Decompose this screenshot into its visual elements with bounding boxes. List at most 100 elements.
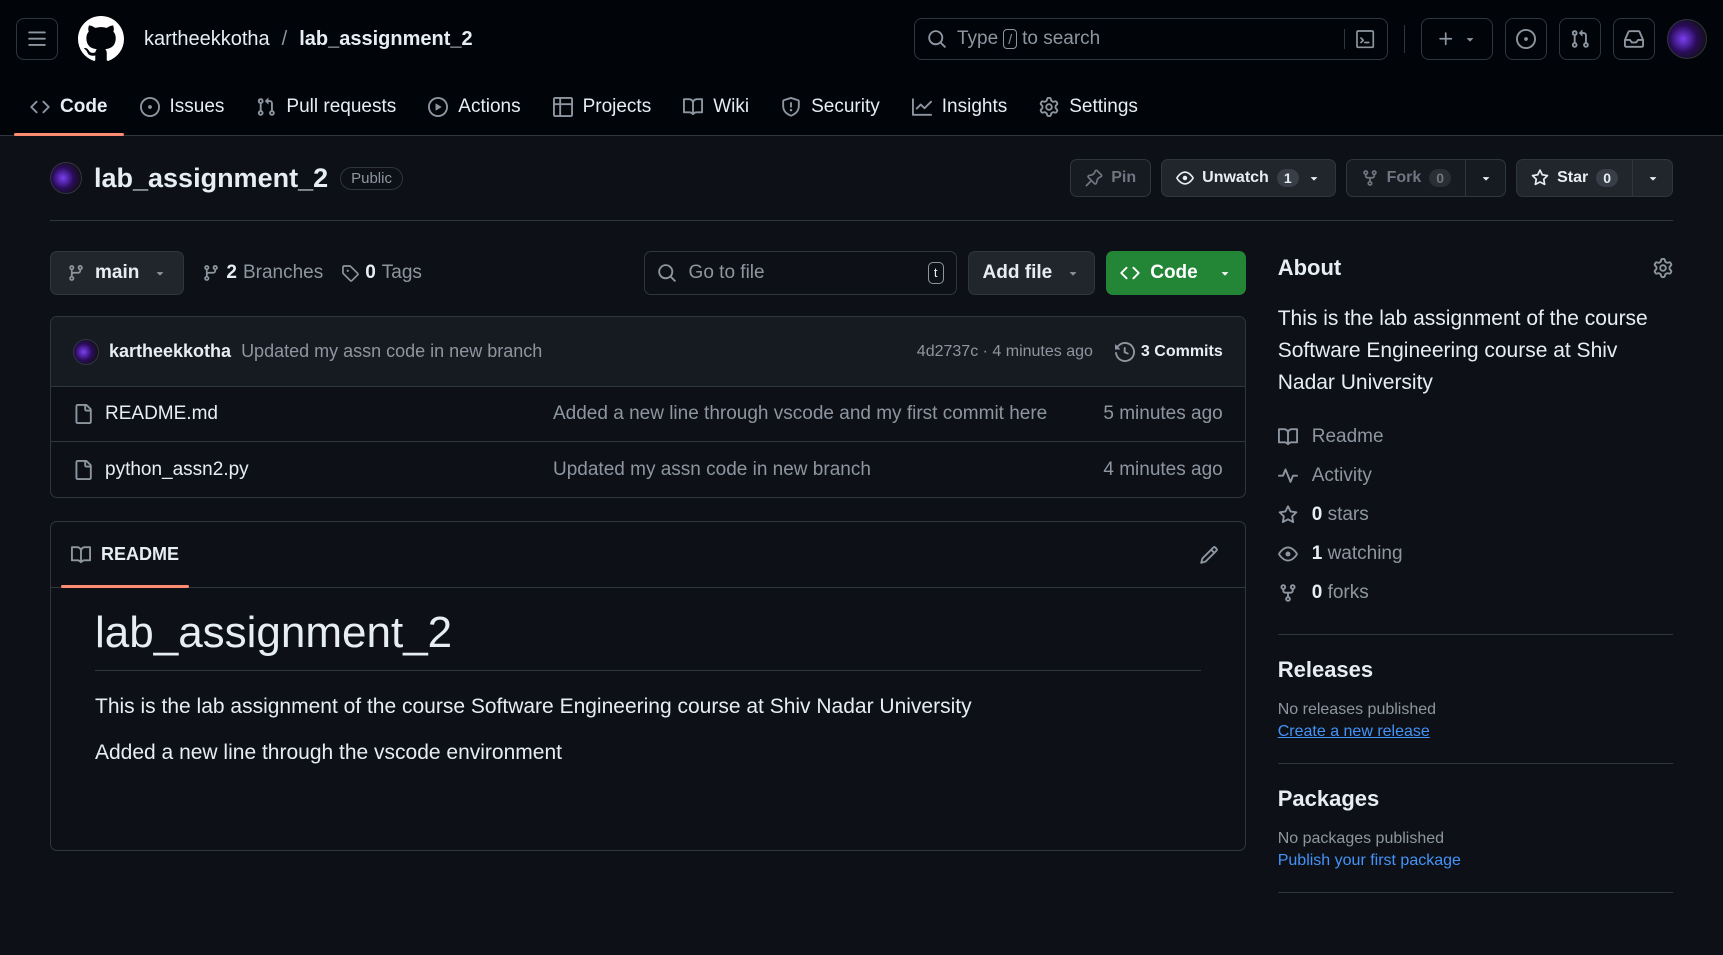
repo-main: main 2 Branches 0 Tags Go to file t Add … [0, 221, 1723, 915]
add-file-button[interactable]: Add file [967, 251, 1096, 295]
readme-link[interactable]: Readme [1277, 417, 1673, 456]
star-label: Star [1557, 169, 1589, 186]
owner-avatar[interactable] [50, 162, 82, 194]
caret-down-icon [1070, 272, 1077, 276]
stars-link[interactable]: 0 stars [1278, 495, 1673, 534]
readme-tab[interactable]: README [61, 522, 190, 588]
commits-link[interactable]: 3 Commits [1114, 341, 1223, 362]
releases-section: Releases No releases published Create a … [1278, 657, 1673, 741]
tab-insights[interactable]: Insights [896, 78, 1023, 135]
tab-label: Insights [941, 95, 1008, 117]
tags-link[interactable]: 0 Tags [341, 262, 422, 284]
commit-author-avatar[interactable] [73, 338, 99, 365]
pin-button[interactable]: Pin [1070, 159, 1152, 197]
repo-title[interactable]: lab_assignment_2 [94, 163, 328, 194]
branch-name: main [95, 262, 140, 283]
watching-count: 1 [1311, 542, 1323, 564]
forks-label: forks [1327, 581, 1369, 603]
menu-button[interactable] [16, 18, 58, 60]
file-commit-message[interactable]: Updated my assn code in new branch [553, 459, 871, 481]
search-input[interactable]: Type / to search [914, 18, 1388, 60]
packages-title[interactable]: Packages [1278, 786, 1673, 812]
file-icon [75, 459, 92, 480]
file-name[interactable]: README.md [105, 403, 553, 425]
gear-icon [1039, 96, 1059, 117]
commit-author[interactable]: kartheekkotha [109, 341, 231, 362]
issues-button[interactable] [1505, 18, 1547, 60]
file-commit-message[interactable]: Added a new line through vscode and my f… [553, 403, 1047, 425]
branches-count: 2 [226, 262, 237, 283]
watching-link[interactable]: 1 watching [1277, 534, 1673, 573]
tab-settings[interactable]: Settings [1023, 78, 1154, 135]
tab-projects[interactable]: Projects [537, 78, 668, 135]
star-dropdown[interactable] [1632, 160, 1672, 196]
commit-sha-time[interactable]: 4d2737c · 4 minutes ago [917, 343, 1093, 361]
pencil-icon[interactable] [1199, 545, 1219, 565]
file-name[interactable]: python_assn2.py [105, 459, 553, 481]
file-row[interactable]: python_assn2.py Updated my assn code in … [51, 442, 1245, 497]
activity-link[interactable]: Activity [1277, 456, 1673, 495]
star-button[interactable]: Star 0 [1516, 159, 1673, 197]
about-header: About [1278, 255, 1673, 281]
create-new-button[interactable] [1421, 18, 1493, 60]
releases-title[interactable]: Releases [1278, 657, 1673, 683]
branch-selector[interactable]: main [50, 251, 185, 295]
breadcrumb: kartheekkotha / lab_assignment_2 [144, 28, 473, 51]
branches-link[interactable]: 2 Branches [202, 262, 323, 284]
readme-header: README [51, 522, 1245, 588]
create-release-link[interactable]: Create a new release [1278, 723, 1673, 741]
breadcrumb-repo[interactable]: lab_assignment_2 [299, 28, 472, 51]
tab-actions[interactable]: Actions [412, 78, 536, 135]
repo-forked-icon [1362, 170, 1377, 186]
gear-icon[interactable] [1653, 258, 1673, 278]
publish-package-link[interactable]: Publish your first package [1278, 852, 1673, 870]
readme-tab-label: README [101, 544, 180, 564]
inbox-icon [1624, 30, 1644, 48]
packages-section: Packages No packages published Publish y… [1278, 786, 1673, 870]
repo-sidebar: About This is the lab assignment of the … [1277, 221, 1673, 915]
go-to-file-input[interactable]: Go to file t [643, 251, 957, 295]
pull-requests-button[interactable] [1559, 18, 1601, 60]
breadcrumb-owner[interactable]: kartheekkotha [144, 28, 270, 51]
tab-issues[interactable]: Issues [124, 78, 241, 135]
readme-paragraph: This is the lab assignment of the course… [95, 695, 972, 718]
forks-count: 0 [1311, 581, 1323, 603]
code-button[interactable]: Code [1106, 251, 1246, 295]
book-icon [1277, 427, 1298, 445]
github-logo-icon[interactable] [78, 16, 124, 62]
inbox-button[interactable] [1613, 18, 1655, 60]
about-list: Readme Activity 0 stars 1 watching 0 for… [1277, 417, 1673, 612]
eye-icon [1176, 171, 1194, 185]
repo-content: main 2 Branches 0 Tags Go to file t Add … [50, 221, 1246, 915]
search-prefix: Type [957, 28, 999, 49]
forks-link[interactable]: 0 forks [1278, 573, 1673, 612]
repo-tabs: Code Issues Pull requests Actions Projec… [0, 78, 1723, 136]
add-file-label: Add file [982, 262, 1053, 283]
pulse-icon [1277, 468, 1298, 483]
fork-dropdown[interactable] [1465, 160, 1505, 196]
tab-code[interactable]: Code [14, 78, 124, 136]
readme-heading: lab_assignment_2 [95, 608, 1201, 671]
readme-paragraph: Added a new line through the vscode envi… [95, 741, 562, 764]
watching-label: watching [1327, 542, 1403, 564]
go-to-file-shortcut: t [927, 262, 944, 284]
fork-button[interactable]: Fork 0 [1345, 159, 1507, 197]
commits-label: 3 Commits [1140, 342, 1223, 360]
file-row[interactable]: README.md Added a new line through vscod… [51, 387, 1245, 442]
tab-wiki[interactable]: Wiki [667, 78, 765, 135]
latest-commit: kartheekkotha Updated my assn code in ne… [51, 317, 1245, 387]
search-icon [657, 264, 676, 282]
tab-pull-requests[interactable]: Pull requests [240, 78, 412, 135]
commit-message[interactable]: Updated my assn code in new branch [241, 341, 542, 362]
user-avatar[interactable] [1667, 19, 1707, 59]
unwatch-button[interactable]: Unwatch 1 [1161, 159, 1336, 197]
git-branch-icon [69, 265, 83, 281]
unwatch-label: Unwatch [1202, 169, 1269, 186]
search-suffix: to search [1022, 28, 1101, 49]
tab-security[interactable]: Security [765, 78, 896, 135]
graph-icon [911, 97, 932, 116]
command-palette-icon[interactable] [1344, 29, 1375, 49]
file-commit-time: 5 minutes ago [1103, 403, 1223, 424]
book-icon [71, 545, 91, 563]
history-icon [1114, 341, 1135, 362]
